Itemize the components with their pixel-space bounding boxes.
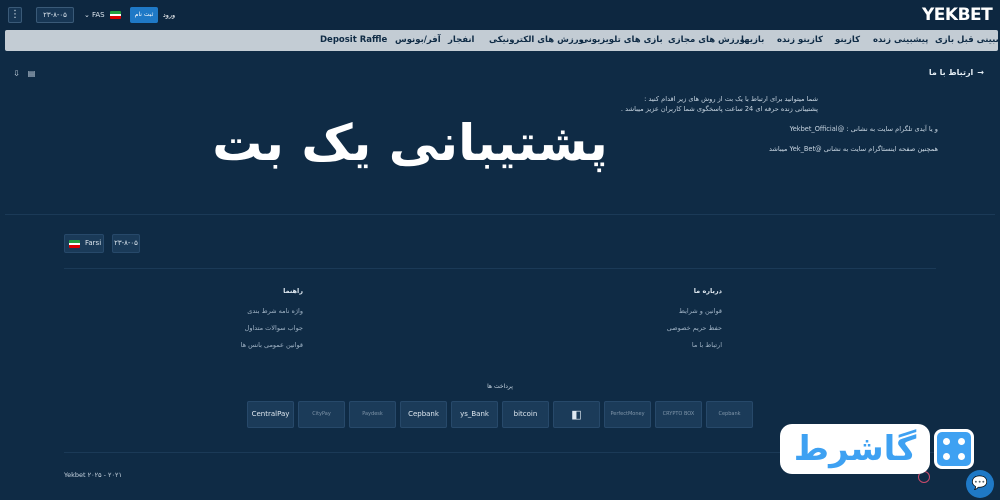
payment-ys-bank: ys_Bank bbox=[451, 401, 498, 428]
watermark-logo: گاشرط bbox=[780, 424, 975, 474]
kebab-menu-icon[interactable]: ⋮ bbox=[8, 7, 22, 23]
page-actions: ⇩ ▤ bbox=[12, 69, 42, 79]
language-code: FAS bbox=[92, 11, 105, 19]
nav-item-esports[interactable]: ورزش های الکترونیکی bbox=[489, 30, 584, 51]
footer-link-faq[interactable]: جواب سوالات متداول bbox=[245, 324, 303, 332]
footer-link-terms[interactable]: قوانین و شرایط bbox=[679, 307, 722, 315]
contact-instagram-line: همچنین صفحه اینستاگرام سایت به نشانی @Ye… bbox=[768, 145, 938, 153]
contact-paragraph-line-1: شما میتوانید برای ارتباط با یک بت از روش… bbox=[644, 95, 818, 103]
yekbet-logo[interactable]: YEKBET bbox=[922, 5, 993, 25]
download-icon[interactable]: ⇩ bbox=[12, 69, 21, 78]
payment-cryptobox: CRYPTO BOX bbox=[655, 401, 702, 428]
nav-item-deposit-raffle[interactable]: Deposit Raffle bbox=[320, 30, 387, 51]
printer-icon[interactable]: ▤ bbox=[27, 69, 36, 78]
footer-link-contact[interactable]: ارتباط با ما bbox=[692, 341, 722, 349]
nav-item-bonus[interactable]: آفر/بونوس bbox=[395, 30, 441, 51]
signup-button[interactable]: ثبت نام bbox=[130, 7, 158, 23]
payment-cepbank-2: Cepbank bbox=[706, 401, 753, 428]
footer-link-privacy[interactable]: حفظ حریم خصوصی bbox=[667, 324, 722, 332]
chevron-down-icon: ⌄ bbox=[84, 11, 90, 19]
payment-bitcoin: bitcoin bbox=[502, 401, 549, 428]
payment-perfectmoney: PerfectMoney bbox=[604, 401, 651, 428]
iran-flag-icon bbox=[69, 240, 80, 248]
nav-item-live[interactable]: پیشبینی زنده bbox=[873, 30, 928, 51]
main-nav: پیشبینی قبل بازی پیشبینی زنده کازینو کاز… bbox=[5, 30, 1000, 51]
nav-item-casino[interactable]: کازینو bbox=[835, 30, 860, 51]
divider bbox=[5, 214, 995, 215]
payment-citypay: CityPay bbox=[298, 401, 345, 428]
language-selector[interactable]: ⌄ FAS bbox=[84, 7, 124, 23]
nav-item-crash[interactable]: انفجار bbox=[448, 30, 474, 51]
footer-language-selector[interactable]: Farsi bbox=[64, 234, 104, 253]
date-display: ۲۳-۸-۰۵ bbox=[36, 7, 74, 23]
footer-date-display: ۲۳-۸-۰۵ bbox=[112, 234, 140, 253]
nav-item-tv-games[interactable]: بازی های تلویزیونی bbox=[580, 30, 663, 51]
dice-icon bbox=[934, 429, 974, 469]
footer-about-title: درباره ما bbox=[693, 287, 722, 295]
watermark-text: گاشرط bbox=[780, 424, 930, 474]
nav-item-virtual-sports[interactable]: ورزش های مجازی bbox=[668, 30, 745, 51]
contact-paragraph-line-2: پشتیبانی زنده حرفه ای 24 ساعت پاسخگوی شم… bbox=[620, 105, 818, 113]
copyright: Yekbet ۲۰۲۵ - ۲۰۲۱ bbox=[64, 471, 123, 479]
page-title: →ارتباط با ما bbox=[928, 68, 984, 77]
iran-flag-icon bbox=[110, 11, 121, 19]
footer-link-bonus-rules[interactable]: قوانین عمومی بانس ها bbox=[241, 341, 303, 349]
top-bar: ⋮ ۲۳-۸-۰۵ ⌄ FAS ثبت نام ورود YEKBET bbox=[0, 0, 1000, 30]
payment-cepbank: Cepbank bbox=[400, 401, 447, 428]
chat-support-icon[interactable]: 💬 bbox=[966, 470, 994, 498]
arrow-right-icon[interactable]: → bbox=[977, 68, 984, 77]
payment-cube-icon: ◧ bbox=[553, 401, 600, 428]
headline-overlay: پشتیبانی یک بت bbox=[212, 114, 608, 172]
footer-guide-title: راهنما bbox=[283, 287, 303, 295]
footer-link-glossary[interactable]: واژه نامه شرط بندی bbox=[247, 307, 303, 315]
payments-title: پرداخت ها bbox=[487, 383, 513, 390]
payment-paydesk: Paydesk bbox=[349, 401, 396, 428]
divider bbox=[64, 268, 936, 269]
login-button[interactable]: ورود bbox=[160, 7, 178, 23]
payment-centralpay: CentralPay bbox=[247, 401, 294, 428]
contact-telegram-line: و یا آیدی تلگرام سایت به نشانی : @Yekbet… bbox=[789, 125, 938, 133]
nav-item-live-casino[interactable]: کازینو زنده bbox=[777, 30, 823, 51]
nav-item-prematch[interactable]: پیشبینی قبل بازی bbox=[935, 30, 1000, 51]
